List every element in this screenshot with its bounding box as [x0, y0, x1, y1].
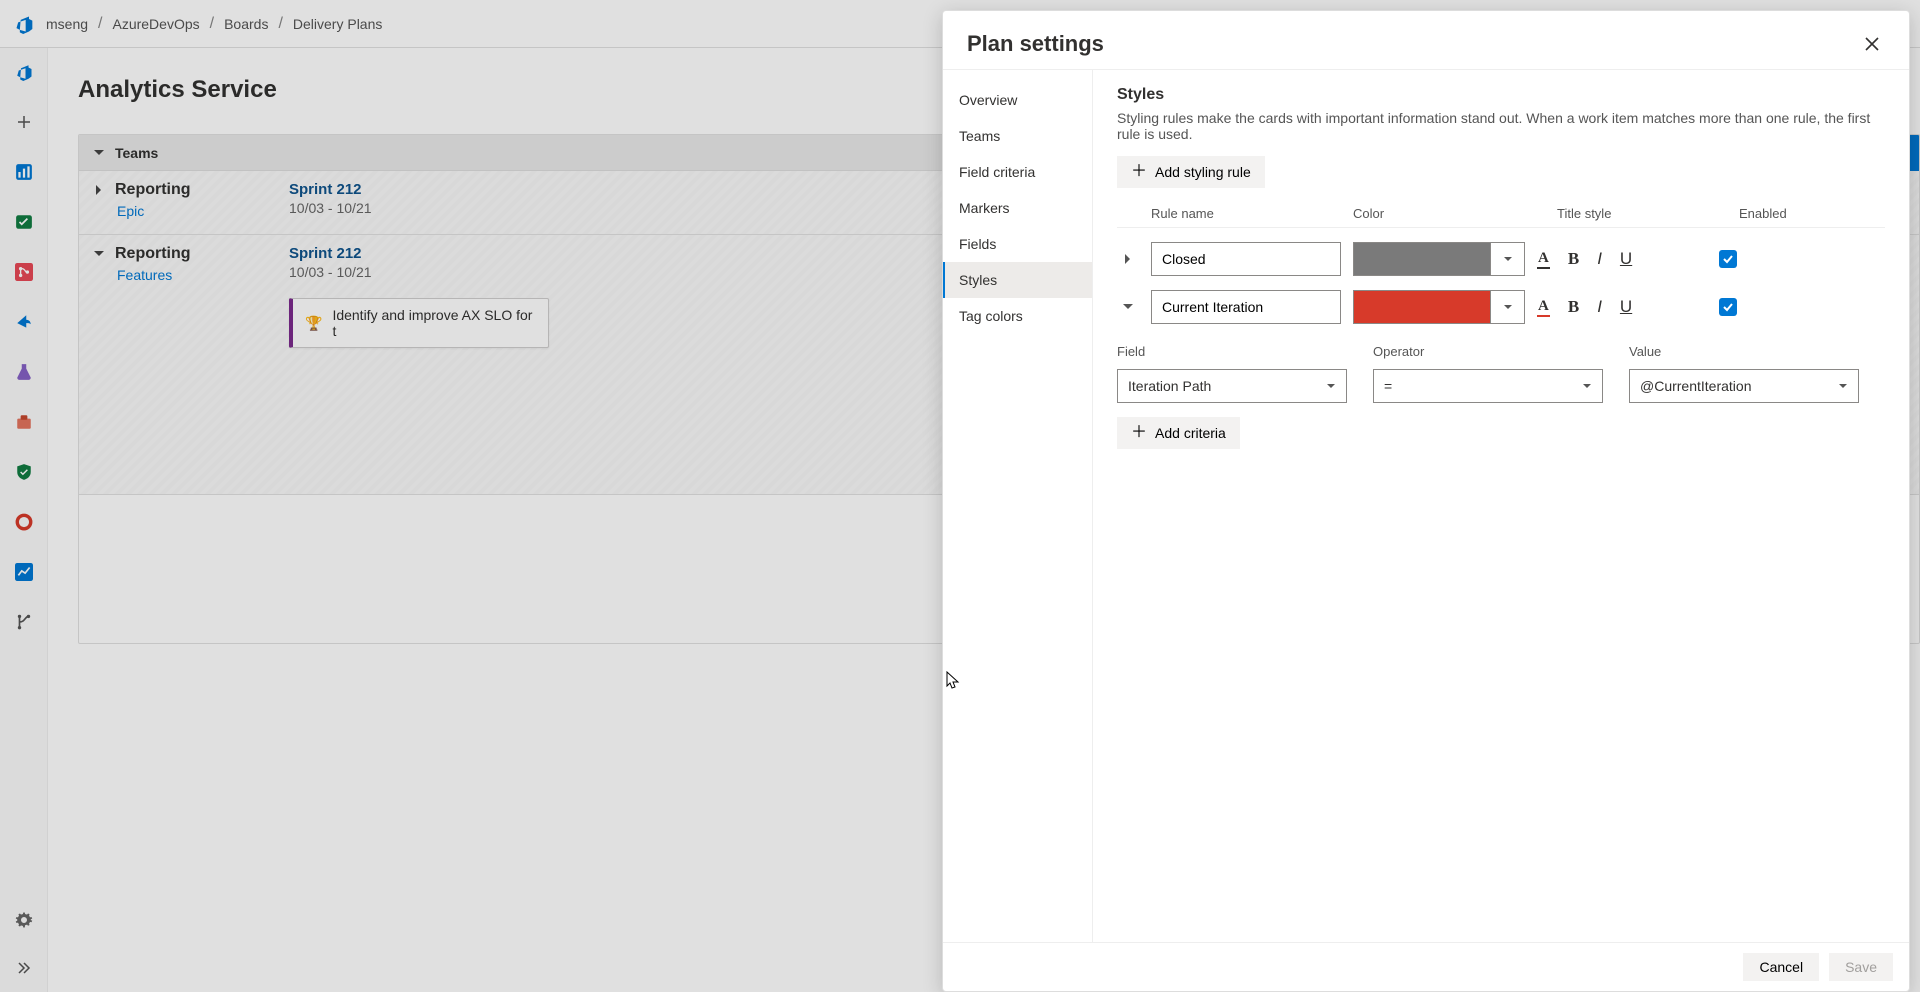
- check-icon: [1722, 301, 1734, 313]
- chevron-down-icon: [1582, 381, 1592, 391]
- color-dropdown-button[interactable]: [1490, 291, 1524, 323]
- criteria-value-select[interactable]: @CurrentIteration: [1629, 369, 1859, 403]
- close-icon: [1863, 35, 1881, 53]
- title-style-group: A B I U: [1537, 249, 1707, 269]
- col-field: Field: [1117, 344, 1347, 359]
- criteria-field-value: Iteration Path: [1128, 378, 1211, 394]
- enabled-checkbox[interactable]: [1719, 298, 1737, 316]
- expand-rule-button[interactable]: [1117, 248, 1139, 270]
- rules-header-row: Rule name Color Title style Enabled: [1117, 206, 1885, 228]
- criteria-field-select[interactable]: Iteration Path: [1117, 369, 1347, 403]
- add-criteria-button[interactable]: ＋ Add criteria: [1117, 417, 1240, 449]
- section-description: Styling rules make the cards with import…: [1117, 110, 1885, 142]
- color-swatch: [1354, 291, 1490, 323]
- chevron-down-icon: [1503, 254, 1513, 264]
- font-color-button[interactable]: A: [1537, 250, 1550, 269]
- panel-nav-fields[interactable]: Fields: [943, 226, 1092, 262]
- criteria-header-row: Field Operator Value: [1117, 344, 1885, 359]
- add-styling-rule-button[interactable]: ＋ Add styling rule: [1117, 156, 1265, 188]
- col-color: Color: [1353, 206, 1545, 221]
- cancel-button[interactable]: Cancel: [1743, 953, 1819, 981]
- style-rule-row: A B I U: [1117, 290, 1885, 324]
- italic-button[interactable]: I: [1597, 297, 1602, 317]
- bold-button[interactable]: B: [1568, 297, 1579, 317]
- plus-icon: ＋: [1131, 425, 1147, 441]
- add-criteria-label: Add criteria: [1155, 425, 1226, 441]
- style-rule-row: A B I U: [1117, 242, 1885, 276]
- criteria-operator-value: =: [1384, 378, 1392, 394]
- chevron-down-icon: [1838, 381, 1848, 391]
- panel-title: Plan settings: [967, 31, 1104, 57]
- panel-nav-teams[interactable]: Teams: [943, 118, 1092, 154]
- color-dropdown-button[interactable]: [1490, 243, 1524, 275]
- plan-settings-panel: Plan settings Overview Teams Field crite…: [942, 10, 1910, 992]
- col-value: Value: [1629, 344, 1859, 359]
- plus-icon: ＋: [1131, 164, 1147, 180]
- bold-button[interactable]: B: [1568, 249, 1579, 269]
- panel-nav-styles[interactable]: Styles: [943, 262, 1092, 298]
- close-button[interactable]: [1859, 31, 1885, 57]
- chevron-down-icon: [1122, 301, 1134, 313]
- criteria-row: Iteration Path = @CurrentIteration: [1117, 369, 1885, 403]
- col-enabled: Enabled: [1739, 206, 1799, 221]
- color-swatch: [1354, 243, 1490, 275]
- enabled-checkbox[interactable]: [1719, 250, 1737, 268]
- add-styling-rule-label: Add styling rule: [1155, 164, 1251, 180]
- underline-button[interactable]: U: [1620, 297, 1632, 317]
- underline-button[interactable]: U: [1620, 249, 1632, 269]
- chevron-right-icon: [1122, 253, 1134, 265]
- rule-color-picker[interactable]: [1353, 290, 1525, 324]
- rule-name-input[interactable]: [1151, 290, 1341, 324]
- panel-nav: Overview Teams Field criteria Markers Fi…: [943, 70, 1093, 942]
- panel-nav-markers[interactable]: Markers: [943, 190, 1092, 226]
- criteria-value-value: @CurrentIteration: [1640, 378, 1751, 394]
- title-style-group: A B I U: [1537, 297, 1707, 317]
- panel-nav-tag-colors[interactable]: Tag colors: [943, 298, 1092, 334]
- font-color-button[interactable]: A: [1537, 298, 1550, 317]
- save-button[interactable]: Save: [1829, 953, 1893, 981]
- collapse-rule-button[interactable]: [1117, 296, 1139, 318]
- criteria-operator-select[interactable]: =: [1373, 369, 1603, 403]
- italic-button[interactable]: I: [1597, 249, 1602, 269]
- section-title: Styles: [1117, 86, 1885, 104]
- panel-nav-overview[interactable]: Overview: [943, 82, 1092, 118]
- rule-name-input[interactable]: [1151, 242, 1341, 276]
- check-icon: [1722, 253, 1734, 265]
- panel-nav-field-criteria[interactable]: Field criteria: [943, 154, 1092, 190]
- panel-footer: Cancel Save: [943, 942, 1909, 991]
- col-rule-name: Rule name: [1151, 206, 1341, 221]
- col-operator: Operator: [1373, 344, 1603, 359]
- rule-color-picker[interactable]: [1353, 242, 1525, 276]
- panel-content: Styles Styling rules make the cards with…: [1093, 70, 1909, 942]
- chevron-down-icon: [1326, 381, 1336, 391]
- chevron-down-icon: [1503, 302, 1513, 312]
- col-title-style: Title style: [1557, 206, 1727, 221]
